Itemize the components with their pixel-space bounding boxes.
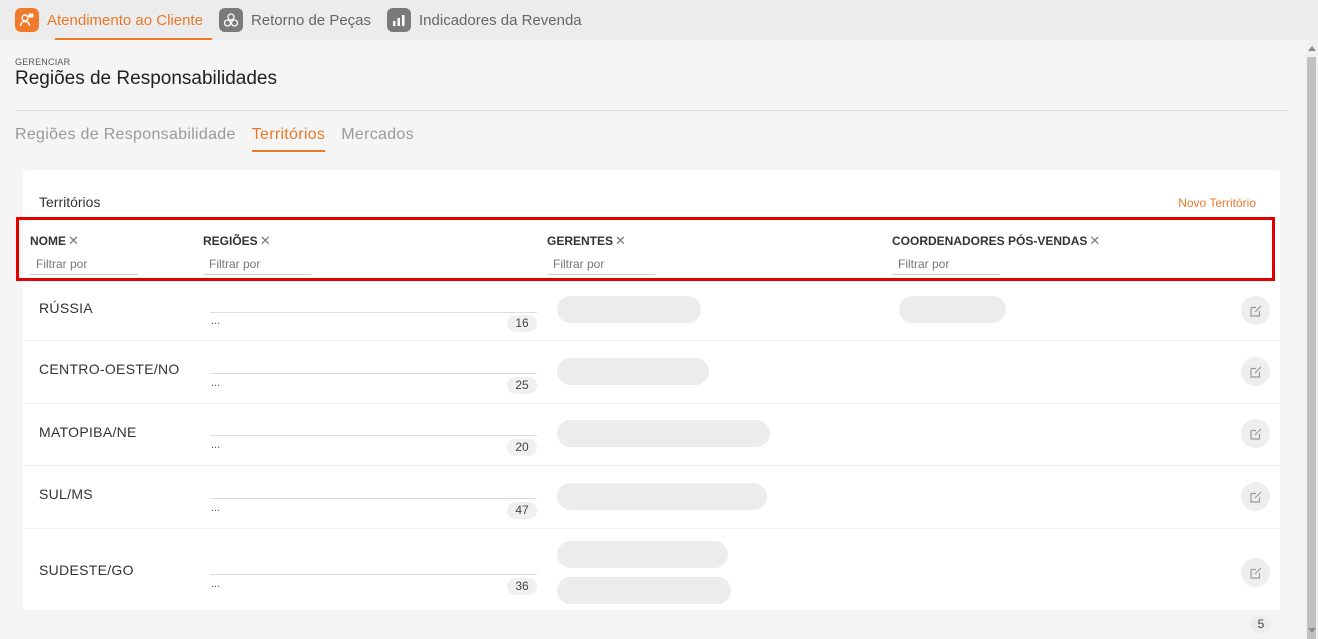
- regions-count-badge: 25: [507, 377, 537, 394]
- edit-icon: [1249, 305, 1261, 317]
- nav-item-label: Retorno de Peças: [250, 11, 372, 29]
- filter-input-coordenadores[interactable]: [892, 253, 1000, 275]
- manager-chip: [557, 420, 770, 447]
- card-title: Territórios: [39, 194, 101, 210]
- table-row: MATOPIBA/NE ... 20: [23, 404, 1280, 466]
- page-title: Regiões de Responsabilidades: [15, 68, 277, 89]
- top-navigation: Atendimento ao Cliente Retorno de Peças …: [0, 0, 1318, 40]
- territory-name: SUDESTE/GO: [39, 562, 134, 578]
- filter-input-nome[interactable]: [30, 253, 138, 275]
- column-header-nome: NOME ✕: [30, 233, 79, 249]
- table-row: SUDESTE/GO ... 36: [23, 529, 1280, 610]
- clear-filter-icon[interactable]: ✕: [1089, 233, 1100, 249]
- manager-chip: [557, 296, 701, 323]
- new-territory-button[interactable]: Novo Território: [1178, 196, 1256, 210]
- bar-chart-icon: [387, 8, 412, 32]
- total-count-badge: 5: [1251, 616, 1271, 633]
- column-label: COORDENADORES PÓS-VENDAS: [892, 234, 1088, 248]
- regions-separator: [210, 435, 537, 436]
- scroll-up-arrow-icon[interactable]: [1308, 46, 1316, 51]
- table-header: NOME ✕ REGIÕES ✕ GERENTES ✕ COORDENADORE…: [16, 217, 1275, 281]
- regions-separator: [210, 312, 537, 313]
- nav-item-label: Indicadores da Revenda: [419, 11, 582, 29]
- table-row: SUL/MS ... 47: [23, 466, 1280, 529]
- column-label: REGIÕES: [203, 234, 258, 248]
- regions-more[interactable]: ...: [211, 439, 220, 451]
- regions-count-badge: 36: [507, 578, 537, 595]
- header-divider: [15, 110, 1288, 111]
- regions-more[interactable]: ...: [211, 502, 220, 514]
- column-header-regioes: REGIÕES ✕: [203, 233, 271, 249]
- regions-separator: [210, 574, 537, 575]
- tab-mercados[interactable]: Mercados: [341, 126, 414, 152]
- edit-button[interactable]: [1241, 419, 1270, 448]
- clear-filter-icon[interactable]: ✕: [615, 233, 626, 249]
- edit-button[interactable]: [1241, 357, 1270, 386]
- edit-icon: [1249, 491, 1261, 503]
- regions-more[interactable]: ...: [211, 578, 220, 590]
- clear-filter-icon[interactable]: ✕: [260, 233, 271, 249]
- territory-name: SUL/MS: [39, 486, 93, 502]
- regions-count-badge: 20: [507, 439, 537, 456]
- tab-territorios[interactable]: Territórios: [251, 126, 326, 152]
- regions-more[interactable]: ...: [211, 377, 220, 389]
- territories-card: Territórios Novo Território NOME ✕ REGIÕ…: [16, 170, 1280, 639]
- edit-icon: [1249, 567, 1261, 579]
- clear-filter-icon[interactable]: ✕: [68, 233, 79, 249]
- nav-item-label: Atendimento ao Cliente: [47, 11, 203, 29]
- filter-input-gerentes[interactable]: [547, 253, 655, 275]
- nav-item-retorno-pecas[interactable]: Retorno de Peças: [218, 0, 372, 40]
- tab-regioes-responsabilidade[interactable]: Regiões de Responsabilidade: [15, 126, 236, 152]
- territory-name: MATOPIBA/NE: [39, 424, 137, 440]
- manager-chip: [557, 358, 709, 385]
- regions-separator: [210, 498, 537, 499]
- column-label: GERENTES: [547, 234, 614, 248]
- manager-chip: [557, 541, 728, 568]
- regions-separator: [210, 373, 537, 374]
- nav-item-indicadores[interactable]: Indicadores da Revenda: [387, 0, 582, 40]
- regions-count-badge: 47: [507, 502, 537, 519]
- table-row: RÚSSIA ... 16: [23, 281, 1280, 341]
- parts-return-icon: [218, 8, 243, 32]
- territory-name: CENTRO-OESTE/NO: [39, 361, 180, 377]
- edit-button[interactable]: [1241, 558, 1270, 587]
- manager-chip: [557, 483, 767, 510]
- edit-icon: [1249, 366, 1261, 378]
- table-row: CENTRO-OESTE/NO ... 25: [23, 341, 1280, 404]
- filter-input-regioes[interactable]: [203, 253, 311, 275]
- customer-service-icon: [15, 8, 39, 32]
- vertical-scrollbar[interactable]: [1305, 40, 1318, 639]
- regions-count-badge: 16: [507, 315, 537, 332]
- sub-tabs: Regiões de Responsabilidade Territórios …: [15, 126, 430, 152]
- column-label: NOME: [30, 234, 66, 248]
- territory-name: RÚSSIA: [39, 300, 93, 316]
- nav-item-atendimento[interactable]: Atendimento ao Cliente: [15, 0, 212, 40]
- edit-button[interactable]: [1241, 296, 1270, 325]
- table-footer: 5: [23, 610, 1280, 639]
- scrollbar-thumb[interactable]: [1307, 57, 1316, 639]
- manager-chip: [557, 577, 731, 604]
- column-header-gerentes: GERENTES ✕: [547, 233, 626, 249]
- scroll-down-arrow-icon[interactable]: [1308, 628, 1316, 633]
- coordinator-chip: [899, 296, 1006, 323]
- edit-button[interactable]: [1241, 482, 1270, 511]
- column-header-coordenadores: COORDENADORES PÓS-VENDAS ✕: [892, 233, 1100, 249]
- edit-icon: [1249, 428, 1261, 440]
- regions-more[interactable]: ...: [211, 315, 220, 327]
- page-overline: GERENCIAR: [15, 57, 71, 67]
